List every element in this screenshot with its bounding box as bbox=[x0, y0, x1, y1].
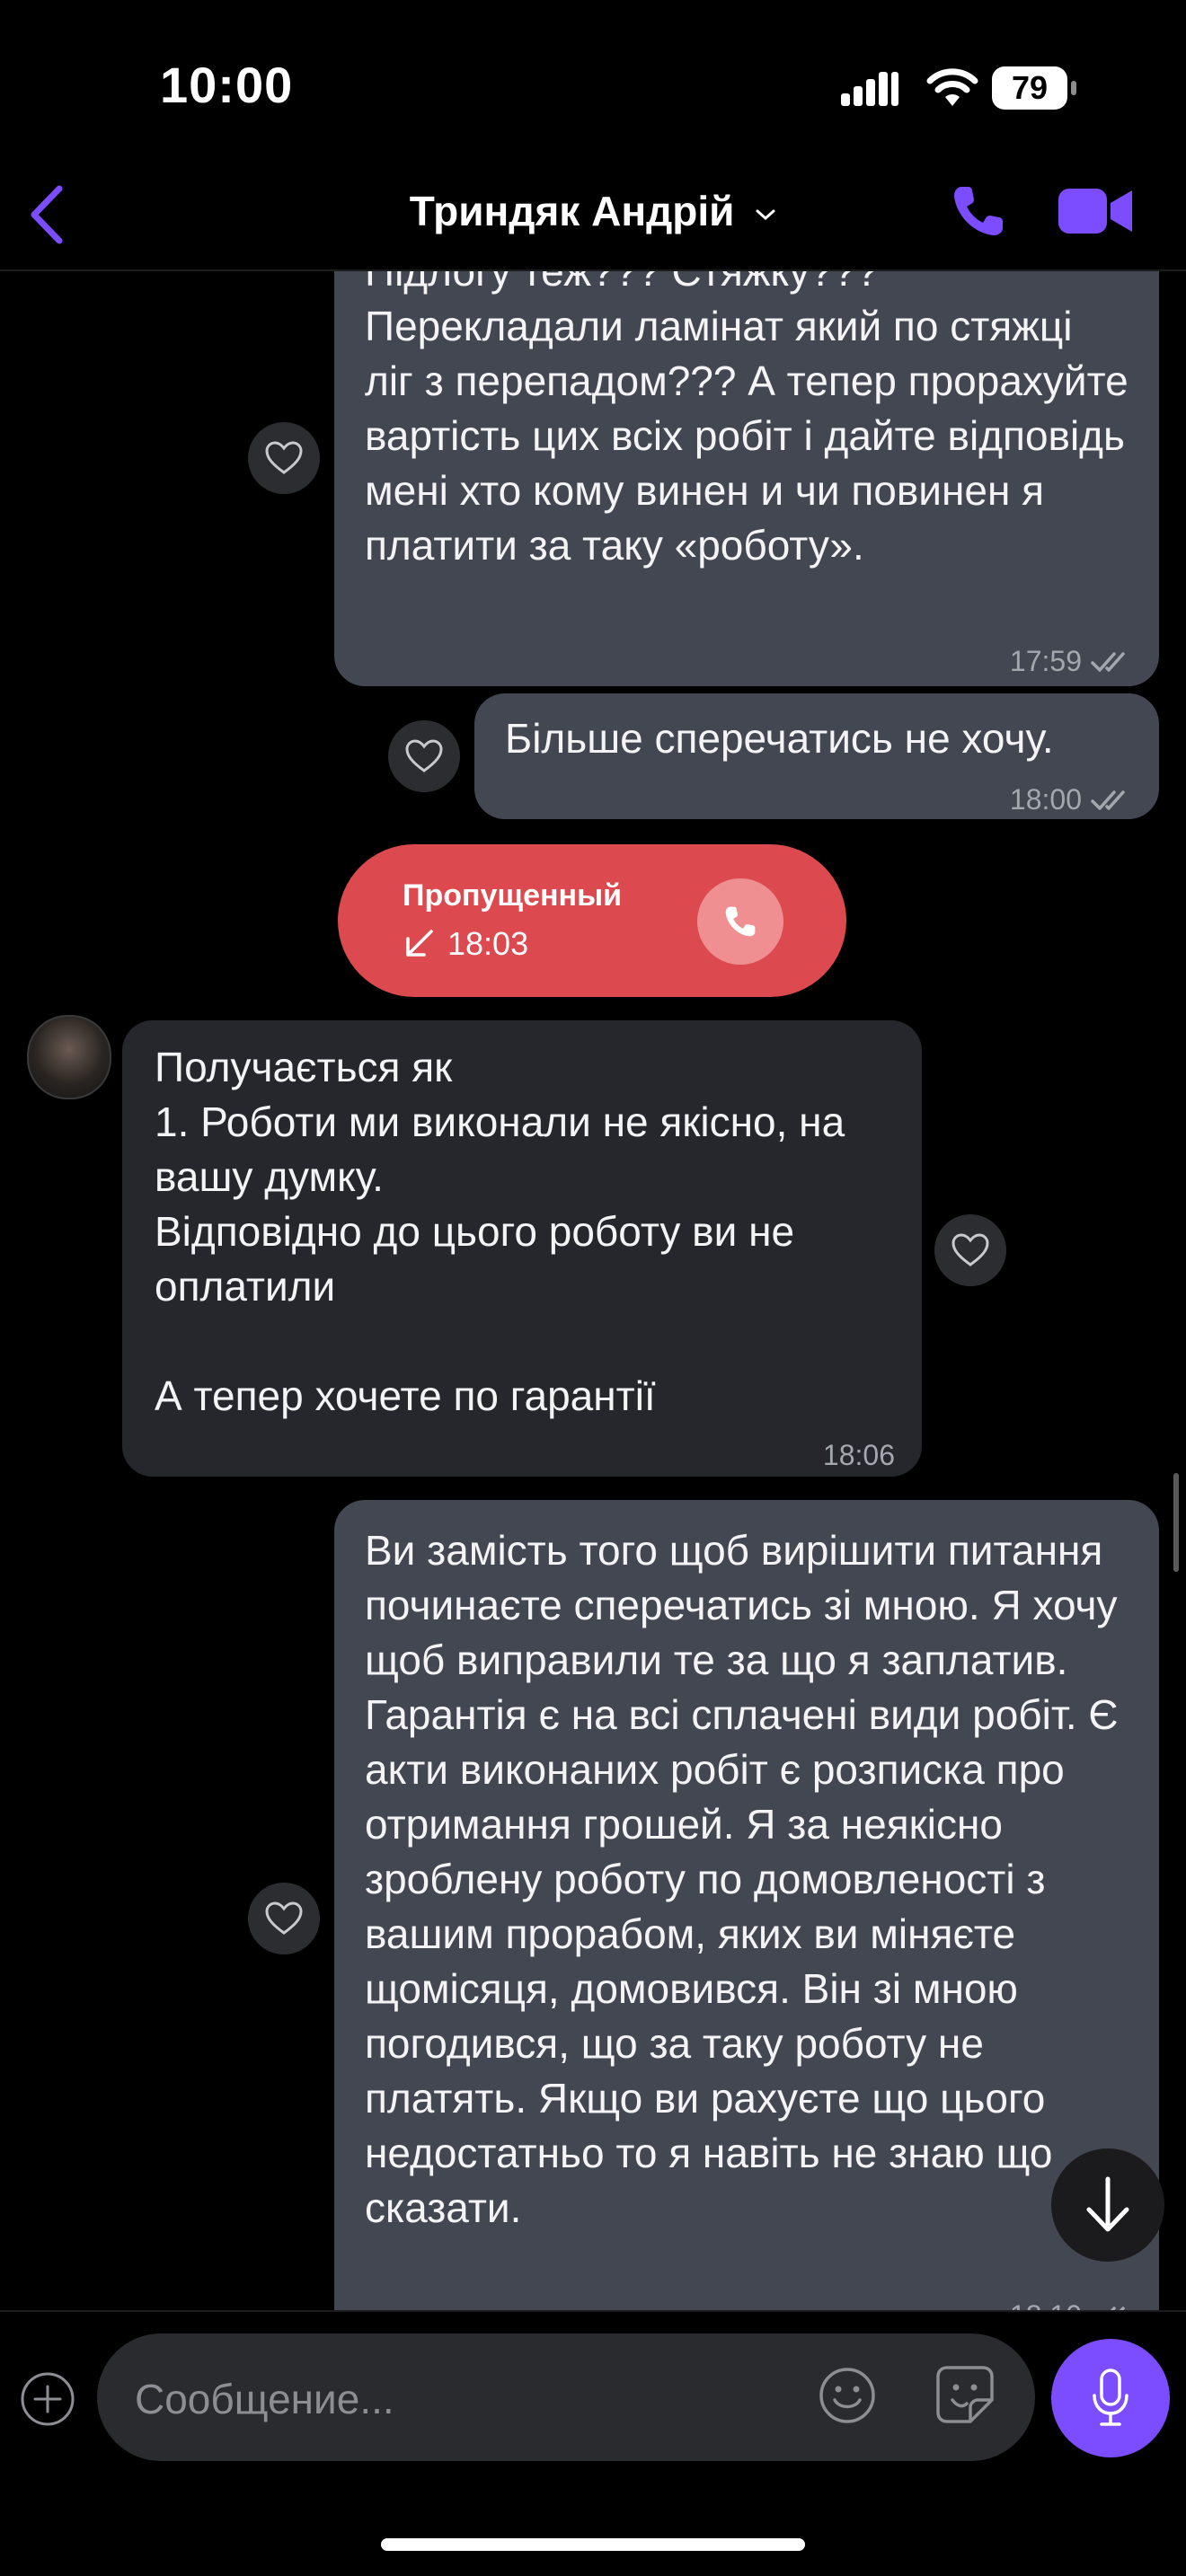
status-time-overlay: 10:00 bbox=[160, 57, 294, 113]
battery-level: 79 bbox=[992, 66, 1067, 110]
message-time: 17:59 bbox=[1009, 645, 1082, 677]
message-input-placeholder: Сообщение... bbox=[135, 2376, 394, 2422]
plus-icon[interactable] bbox=[20, 2371, 75, 2427]
cellular-signal-icon bbox=[841, 72, 898, 106]
contact-name: Триндяк Андрій bbox=[409, 188, 735, 234]
wifi-icon bbox=[926, 68, 978, 106]
message-meta: 17:59 bbox=[1010, 634, 1132, 689]
message-time: 18:06 bbox=[822, 1439, 895, 1471]
chat-title[interactable]: Триндяк Андрій bbox=[0, 187, 1186, 235]
message-time: 18:00 bbox=[1009, 783, 1082, 816]
missed-call-time-row: 18:03 bbox=[403, 925, 528, 963]
scroll-down-arrow-icon bbox=[1086, 2176, 1129, 2232]
message-text: Більше сперечатись не хочу. bbox=[505, 715, 1054, 762]
read-double-check-icon bbox=[1091, 790, 1125, 810]
like-button[interactable] bbox=[248, 1883, 320, 1954]
scroll-to-bottom-button[interactable] bbox=[1051, 2148, 1164, 2262]
read-double-check-icon bbox=[1091, 651, 1125, 672]
like-button[interactable] bbox=[388, 720, 460, 792]
phone-icon bbox=[725, 906, 756, 937]
heart-icon bbox=[265, 1901, 303, 1935]
emoji-icon[interactable] bbox=[818, 2366, 877, 2425]
missed-call-label: Пропущенный bbox=[403, 878, 623, 913]
message-bubble-outgoing[interactable]: Підлогу теж??? Стяжку??? Перекладали лам… bbox=[334, 216, 1159, 686]
message-bubble-outgoing[interactable]: Ви замість того щоб вирішити питання поч… bbox=[334, 1500, 1159, 2344]
voice-message-button[interactable] bbox=[1051, 2339, 1170, 2457]
header-divider bbox=[0, 269, 1186, 271]
call-back-button[interactable] bbox=[697, 878, 783, 965]
phone-icon[interactable] bbox=[949, 181, 1008, 241]
missed-call-time: 18:03 bbox=[447, 925, 529, 962]
missed-call-arrow-icon bbox=[406, 930, 433, 957]
sticker-icon[interactable] bbox=[934, 2364, 996, 2425]
heart-icon bbox=[265, 441, 303, 474]
message-meta: 18:06 bbox=[823, 1428, 895, 1483]
scrollbar[interactable] bbox=[1173, 1473, 1179, 1572]
heart-icon bbox=[951, 1233, 989, 1266]
message-bubble-outgoing[interactable]: Більше сперечатись не хочу. 18:00 bbox=[474, 693, 1159, 819]
like-button[interactable] bbox=[934, 1214, 1006, 1286]
message-text: Получається як 1. Роботи ми виконали не … bbox=[155, 1044, 845, 1419]
missed-call-bubble[interactable]: Пропущенный 18:03 bbox=[338, 844, 846, 997]
chevron-down-icon bbox=[756, 209, 775, 220]
battery-indicator: 79 bbox=[992, 66, 1078, 110]
microphone-icon bbox=[1093, 2369, 1128, 2426]
message-bubble-incoming[interactable]: Получається як 1. Роботи ми виконали не … bbox=[122, 1020, 922, 1477]
video-camera-icon[interactable] bbox=[1058, 185, 1134, 237]
like-button[interactable] bbox=[248, 422, 320, 494]
home-indicator bbox=[381, 2538, 805, 2551]
heart-icon bbox=[405, 739, 443, 772]
contact-avatar[interactable] bbox=[27, 1015, 111, 1099]
message-text: Ви замість того щоб вирішити питання поч… bbox=[365, 1527, 1119, 2231]
message-meta: 18:00 bbox=[1010, 772, 1132, 827]
message-text: Підлогу теж??? Стяжку??? Перекладали лам… bbox=[365, 248, 1128, 569]
composer-divider bbox=[0, 2310, 1186, 2312]
message-input[interactable]: Сообщение... bbox=[97, 2333, 1035, 2461]
